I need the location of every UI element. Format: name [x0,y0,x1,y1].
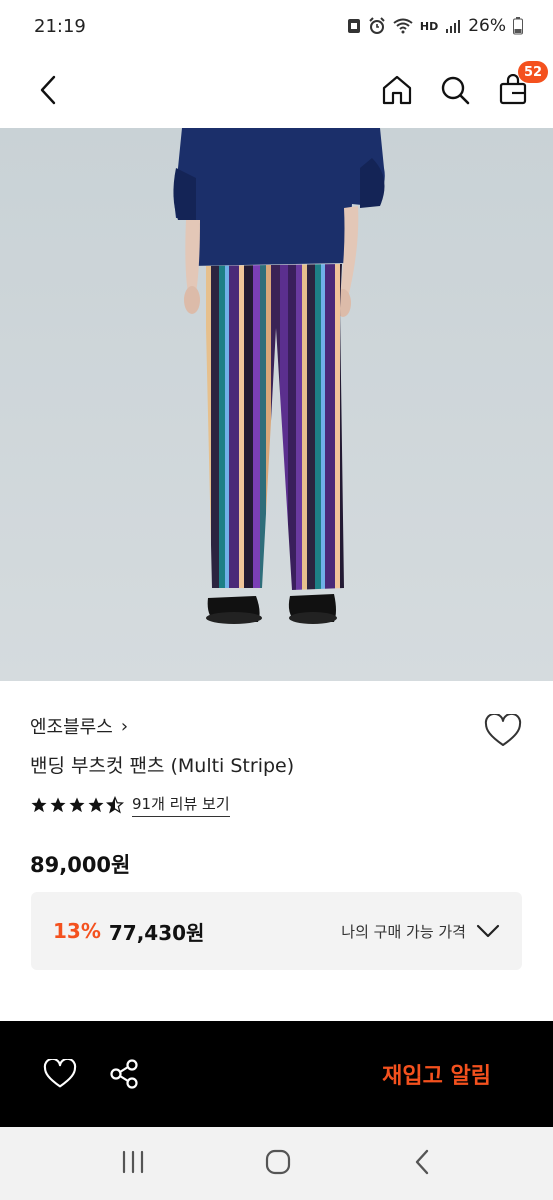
home-button[interactable] [379,72,415,108]
product-image[interactable] [0,128,553,681]
rating-stars [30,796,124,814]
back-nav-button[interactable] [410,1148,434,1180]
product-name: 밴딩 부츠컷 팬츠 (Multi Stripe) [30,755,295,777]
member-price-dropdown[interactable]: 13% 77,430원 나의 구매 가능 가격 [31,892,522,970]
brand-link[interactable]: 엔조블루스 › [30,713,128,739]
brand-name: 엔조블루스 [30,717,113,738]
network-type: HD [419,19,439,33]
brand-chevron-icon: › [120,715,129,737]
bottom-wishlist-button[interactable] [40,1054,80,1094]
status-bar: 21:19 HD 26% [0,0,553,52]
heart-icon [43,1059,77,1088]
search-icon [441,76,470,105]
cart-button[interactable]: 52 [495,61,548,108]
member-price-label: 나의 구매 가능 가격 [341,922,466,941]
home-nav-button[interactable] [264,1148,292,1180]
star-icon [88,797,104,813]
back-arrow-icon [40,75,56,105]
search-button[interactable] [437,72,473,108]
star-icon [69,797,85,813]
back-nav-icon [415,1149,429,1174]
share-icon [110,1059,138,1089]
star-icon [50,797,66,813]
recent-apps-button[interactable] [119,1149,147,1179]
signal-icon [445,18,461,34]
review-link[interactable]: 91개 리뷰 보기 [132,793,230,817]
star-icon [31,797,47,813]
chevron-down-icon [476,924,500,938]
wishlist-button[interactable] [483,711,523,751]
heart-icon [484,714,522,746]
alarm-icon [368,17,386,35]
top-nav: 52 [0,52,553,128]
recent-apps-icon [122,1150,143,1173]
share-button[interactable] [104,1054,144,1094]
status-time: 21:19 [34,15,86,37]
wifi-icon [393,18,413,34]
original-price: 89,000원 [30,853,131,877]
cart-badge: 52 [518,61,548,83]
half-star-icon [106,796,124,814]
home-nav-icon [266,1149,291,1174]
home-icon [382,75,412,105]
battery-icon [513,17,523,35]
rating-row: 91개 리뷰 보기 [30,793,230,817]
restock-alert-button[interactable]: 재입고 알림 [382,1058,491,1090]
bottom-action-bar: 재입고 알림 [0,1021,553,1127]
discount-rate: 13% [53,919,101,943]
app-notification-icon [347,18,361,34]
back-button[interactable] [30,72,66,108]
battery-percent: 26% [468,16,506,36]
status-icons: HD 26% [347,16,523,36]
product-photo [0,128,553,681]
member-price: 77,430원 [108,920,205,945]
system-nav-bar [0,1127,553,1200]
